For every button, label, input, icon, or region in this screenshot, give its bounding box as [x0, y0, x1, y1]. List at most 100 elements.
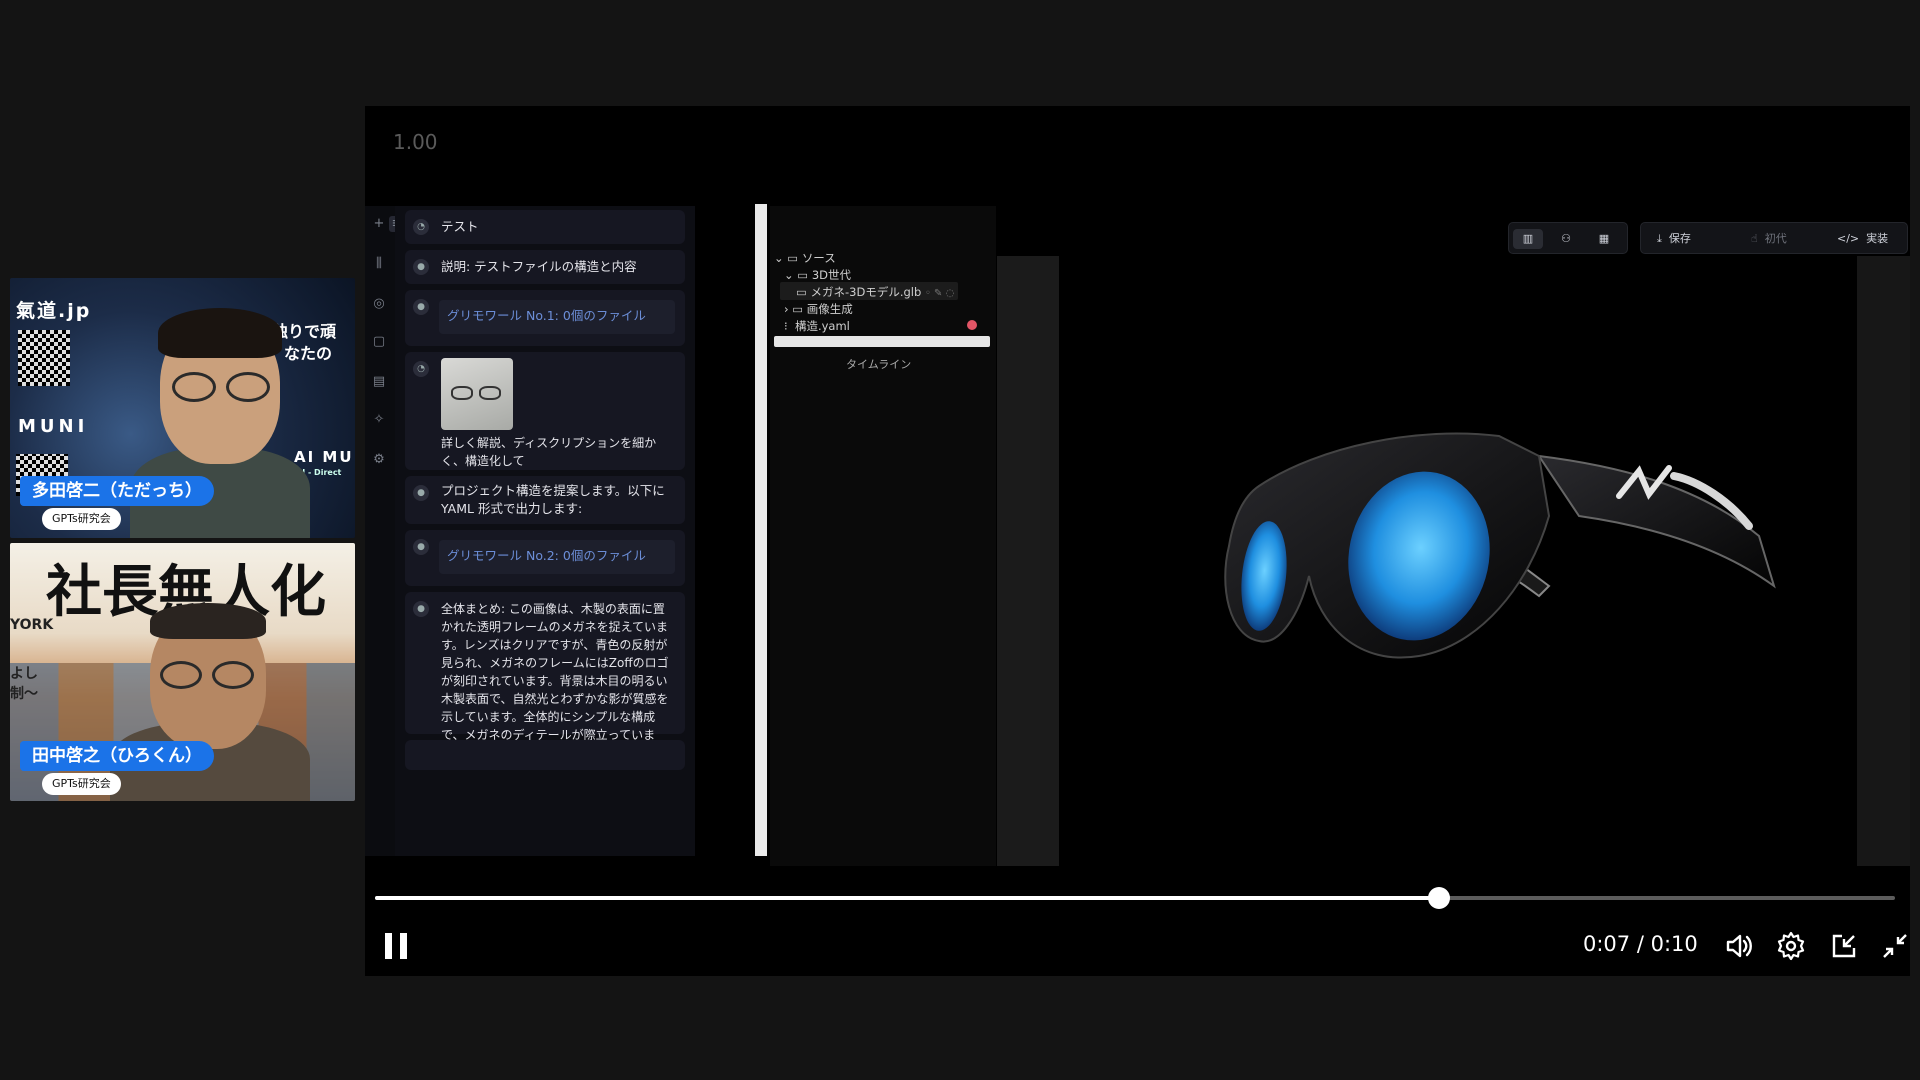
tree-folder[interactable]: ⌄ ▭ 3D世代: [784, 267, 851, 283]
timeline-label[interactable]: タイムライン: [846, 356, 911, 372]
progress-fill: [375, 896, 1439, 900]
temple-arm: [1536, 454, 1776, 589]
file-error-dot: [967, 320, 977, 330]
message-text: 全体まとめ: この画像は、木製の表面に置かれた透明フレームのメガネを捉えています…: [441, 602, 669, 760]
participant-name: 多田啓二（ただっち）: [20, 476, 214, 506]
sparkle-icon[interactable]: ✧: [371, 412, 387, 428]
file-card-link[interactable]: グリモワール No.2: 0個のファイル: [447, 548, 646, 563]
tree-root-label: ソース: [801, 251, 836, 265]
time-display: 0:07 / 0:10: [1583, 932, 1698, 956]
chat-message: ● 全体まとめ: この画像は、木製の表面に置かれた透明フレームのメガネを捉えてい…: [405, 592, 685, 760]
chat-message: ● グリモワール No.2: 0個のファイル: [405, 530, 685, 586]
chat-message: ● プロジェクト構造を提案します。以下に YAML 形式で出力します:: [405, 476, 685, 524]
download-icon: ⤓: [1657, 232, 1662, 245]
bg-text: よし: [10, 666, 38, 682]
chat-message: ● 説明: テストファイルの構造と内容: [405, 250, 685, 284]
message-text: 説明: テストファイルの構造と内容: [441, 259, 637, 274]
chat-title: テスト: [441, 219, 479, 234]
progress-knob[interactable]: [1428, 887, 1450, 909]
glasses-left: [172, 372, 216, 402]
folder-icon[interactable]: ▤: [371, 374, 387, 390]
tree-folder[interactable]: › ▭ 画像生成: [784, 301, 853, 317]
bg-text: AI MU: [294, 448, 354, 466]
participant-tile-2[interactable]: 社長無人化 YORK よし 制〜 田中啓之（ひろくん） GPTs研究会: [10, 543, 355, 801]
participant-name: 田中啓之（ひろくん）: [20, 741, 214, 771]
chat-message: ● グリモワール No.1: 0個のファイル: [405, 290, 685, 346]
implement-label: 実装: [1866, 232, 1889, 245]
view-toggle-group: ▥ ⚇ ▦: [1508, 222, 1628, 254]
gear-icon[interactable]: ⚙: [371, 452, 387, 468]
progress-bar[interactable]: [375, 887, 1895, 909]
tree-root[interactable]: ⌄ ▭ ソース: [774, 250, 836, 266]
chat-message-partial: [405, 740, 685, 770]
file-view-icon[interactable]: ▥: [1513, 229, 1543, 249]
icon-rail: + ≡ ⫼ ◎ ▢ ▤ ✧ ⚙: [365, 206, 405, 856]
tree-folder-label: 画像生成: [806, 302, 853, 316]
save-label: 保存: [1668, 232, 1691, 245]
message-text: プロジェクト構造を提案します。以下に YAML 形式で出力します:: [441, 483, 665, 516]
glasses-photo-thumbnail[interactable]: [441, 358, 513, 430]
miniplayer-icon[interactable]: [1828, 930, 1860, 962]
file-card[interactable]: グリモワール No.1: 0個のファイル: [439, 300, 675, 334]
action-toolbar: ⤓ 保存 ☝ 初代 </> 実装: [1640, 222, 1908, 254]
bg-text: 氣道.jp: [16, 300, 92, 322]
viewer-side-panel: [1857, 256, 1910, 866]
chat-message: ◔ 詳しく解説、ディスクリプションを細かく、構造化して: [405, 352, 685, 470]
file-card[interactable]: グリモワール No.2: 0個のファイル: [439, 540, 675, 574]
bot-avatar-icon: ◔: [413, 219, 429, 235]
user-avatar-icon: ●: [413, 485, 429, 501]
panel-divider: [997, 256, 1059, 866]
user-avatar-icon: ●: [413, 601, 429, 617]
bg-text: なたの: [284, 344, 333, 363]
qr-code-image: [18, 330, 70, 386]
implement-button[interactable]: </> 実装: [1837, 229, 1888, 249]
graph-view-icon[interactable]: ⚇: [1551, 229, 1581, 249]
person-hair: [150, 603, 266, 639]
save-button[interactable]: ⤓ 保存: [1657, 229, 1691, 249]
tree-file[interactable]: ⁝ 構造.yaml: [784, 318, 850, 334]
tree-folder-label: 3D世代: [811, 268, 851, 282]
user-avatar-icon: ●: [413, 259, 429, 275]
participant-badge: GPTs研究会: [42, 773, 121, 795]
calendar-icon[interactable]: ▢: [371, 334, 387, 350]
tree-file-label: メガネ-3Dモデル.glb: [810, 285, 922, 299]
zoom-level: 1.00: [393, 130, 438, 154]
code-icon: </>: [1837, 232, 1860, 245]
chat-title-row[interactable]: ◔ テスト: [405, 210, 685, 244]
layers-icon[interactable]: ◎: [371, 296, 387, 312]
bg-text: YORK: [10, 617, 54, 633]
tree-file-label: 構造.yaml: [794, 319, 850, 333]
glasses-right: [212, 661, 254, 689]
generation-button[interactable]: ☝ 初代: [1751, 229, 1787, 249]
3d-model-viewer[interactable]: [1059, 256, 1857, 866]
volume-icon[interactable]: [1723, 930, 1755, 962]
generation-label: 初代: [1764, 232, 1787, 245]
user-avatar-icon: ●: [413, 299, 429, 315]
chat-panel: ◔ テスト ● 説明: テストファイルの構造と内容 ● グリモワール No.1:…: [395, 206, 695, 856]
chat-scrollbar[interactable]: [755, 204, 767, 856]
bot-avatar-icon: ◔: [413, 361, 429, 377]
tree-file-selected[interactable]: ▭ メガネ-3Dモデル.glb ◦ ✎ ◌: [780, 282, 958, 300]
message-text: 詳しく解説、ディスクリプションを細かく、構造化して: [441, 436, 657, 468]
glasses-left: [160, 661, 202, 689]
video-player[interactable]: 1.00 + ≡ ⫼ ◎ ▢ ▤ ✧ ⚙ ◔ テスト ● 説明: テストファイル…: [365, 106, 1910, 976]
hand-icon: ☝: [1751, 232, 1758, 245]
user-avatar-icon: ●: [413, 539, 429, 555]
bg-text: MUNI: [18, 416, 89, 437]
pause-icon[interactable]: [385, 933, 409, 959]
settings-icon[interactable]: [1775, 930, 1807, 962]
file-tree: ⌄ ▭ ソース ⌄ ▭ 3D世代 ▭ メガネ-3Dモデル.glb ◦ ✎ ◌ ›…: [770, 206, 996, 866]
layout-view-icon[interactable]: ▦: [1589, 229, 1619, 249]
tree-bottom-bar: [774, 336, 990, 347]
shared-app-screen: + ≡ ⫼ ◎ ▢ ▤ ✧ ⚙ ◔ テスト ● 説明: テストファイルの構造と内…: [365, 204, 1910, 866]
library-icon[interactable]: ⫼: [371, 256, 387, 272]
sunglasses-model: [1224, 432, 1776, 659]
person-hair: [158, 308, 282, 358]
bg-text: 制〜: [10, 686, 38, 702]
file-card-link[interactable]: グリモワール No.1: 0個のファイル: [447, 308, 646, 323]
plus-icon[interactable]: +: [371, 216, 387, 232]
participant-badge: GPTs研究会: [42, 508, 121, 530]
glasses-right: [226, 372, 270, 402]
exit-fullscreen-icon[interactable]: [1879, 930, 1911, 962]
participant-tile-1[interactable]: 氣道.jp 独りで頑 なたの MUNI AI MU AI - Direct 多田…: [10, 278, 355, 538]
